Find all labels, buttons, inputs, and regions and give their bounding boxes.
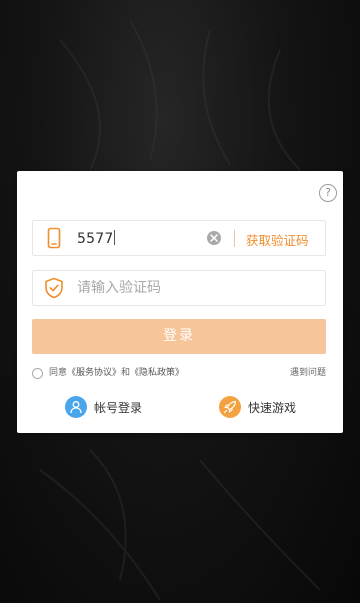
help-button[interactable]: ?	[319, 184, 337, 202]
phone-value: 5577	[77, 231, 114, 247]
agree-and: 和	[121, 368, 131, 378]
agreement-text: 同意《服务协议》和《隐私政策》	[49, 366, 184, 380]
field-divider	[234, 230, 235, 247]
rocket-icon	[219, 396, 241, 418]
phone-input[interactable]: 5577	[77, 230, 116, 247]
help-icon: ?	[325, 186, 331, 199]
privacy-link[interactable]: 《隐私政策》	[130, 368, 184, 378]
phone-icon	[42, 226, 66, 250]
code-field[interactable]	[32, 270, 326, 306]
user-icon	[65, 396, 87, 418]
terms-link[interactable]: 《服务协议》	[67, 368, 121, 378]
code-input[interactable]	[77, 277, 307, 299]
account-login-label: 帐号登录	[94, 401, 143, 415]
login-screen: ? 5577 获取验证码 请输入验证码 登录 同意《服务协议》和《隐私政策》 遇…	[0, 0, 360, 603]
login-button[interactable]: 登录	[32, 319, 326, 354]
agree-prefix: 同意	[49, 368, 68, 378]
agreement-row: 同意《服务协议》和《隐私政策》 遇到问题	[32, 366, 326, 380]
text-caret	[114, 230, 116, 245]
agree-radio[interactable]	[32, 368, 43, 379]
clear-icon[interactable]	[207, 231, 221, 245]
shield-check-icon	[42, 276, 66, 300]
login-dialog: ? 5577 获取验证码 请输入验证码 登录 同意《服务协议》和《隐私政策》 遇…	[17, 171, 343, 433]
get-code-button[interactable]: 获取验证码	[246, 230, 309, 249]
problem-link[interactable]: 遇到问题	[290, 366, 326, 380]
phone-field[interactable]: 5577 获取验证码	[32, 220, 326, 256]
quick-game-label: 快速游戏	[248, 401, 297, 415]
